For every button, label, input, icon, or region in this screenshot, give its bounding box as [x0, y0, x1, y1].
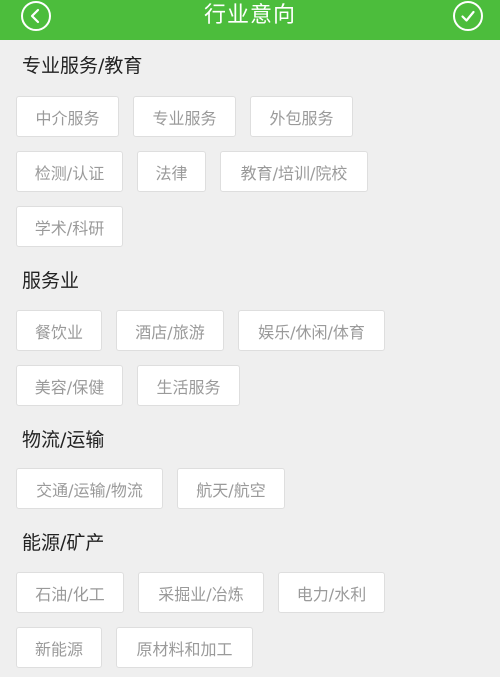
- industry-chip[interactable]: 检测/认证: [16, 151, 123, 192]
- industry-chip[interactable]: 法律: [137, 151, 206, 192]
- industry-chip[interactable]: 学术/科研: [16, 206, 123, 247]
- section-title-logistics: 物流/运输: [22, 429, 105, 451]
- industry-chip[interactable]: 交通/运输/物流: [16, 468, 163, 509]
- section-title-energy-minerals: 能源/矿产: [22, 532, 105, 554]
- industry-chip[interactable]: 教育/培训/院校: [220, 151, 368, 192]
- industry-chip[interactable]: 新能源: [16, 627, 102, 668]
- industry-chip[interactable]: 娱乐/休闲/体育: [238, 310, 385, 351]
- check-icon: [461, 10, 475, 22]
- industry-chip[interactable]: 中介服务: [16, 96, 119, 137]
- industry-chip[interactable]: 外包服务: [250, 96, 353, 137]
- industry-chip[interactable]: 酒店/旅游: [116, 310, 224, 351]
- industry-chip[interactable]: 美容/保健: [16, 365, 123, 406]
- industry-chip[interactable]: 专业服务: [133, 96, 236, 137]
- confirm-button[interactable]: [453, 1, 483, 31]
- industry-chip[interactable]: 航天/航空: [177, 468, 285, 509]
- industry-chip[interactable]: 电力/水利: [278, 572, 385, 613]
- top-bar: 行业意向: [0, 0, 500, 40]
- page-title: 行业意向: [203, 3, 296, 28]
- section-title-professional-services: 专业服务/教育: [22, 55, 143, 77]
- industry-chip[interactable]: 采掘业/冶炼: [138, 572, 264, 613]
- industry-chip[interactable]: 餐饮业: [16, 310, 102, 351]
- section-title-service-industry: 服务业: [22, 270, 80, 292]
- industry-chip[interactable]: 石油/化工: [16, 572, 124, 613]
- industry-chip[interactable]: 生活服务: [137, 365, 240, 406]
- industry-chip[interactable]: 原材料和加工: [116, 627, 253, 668]
